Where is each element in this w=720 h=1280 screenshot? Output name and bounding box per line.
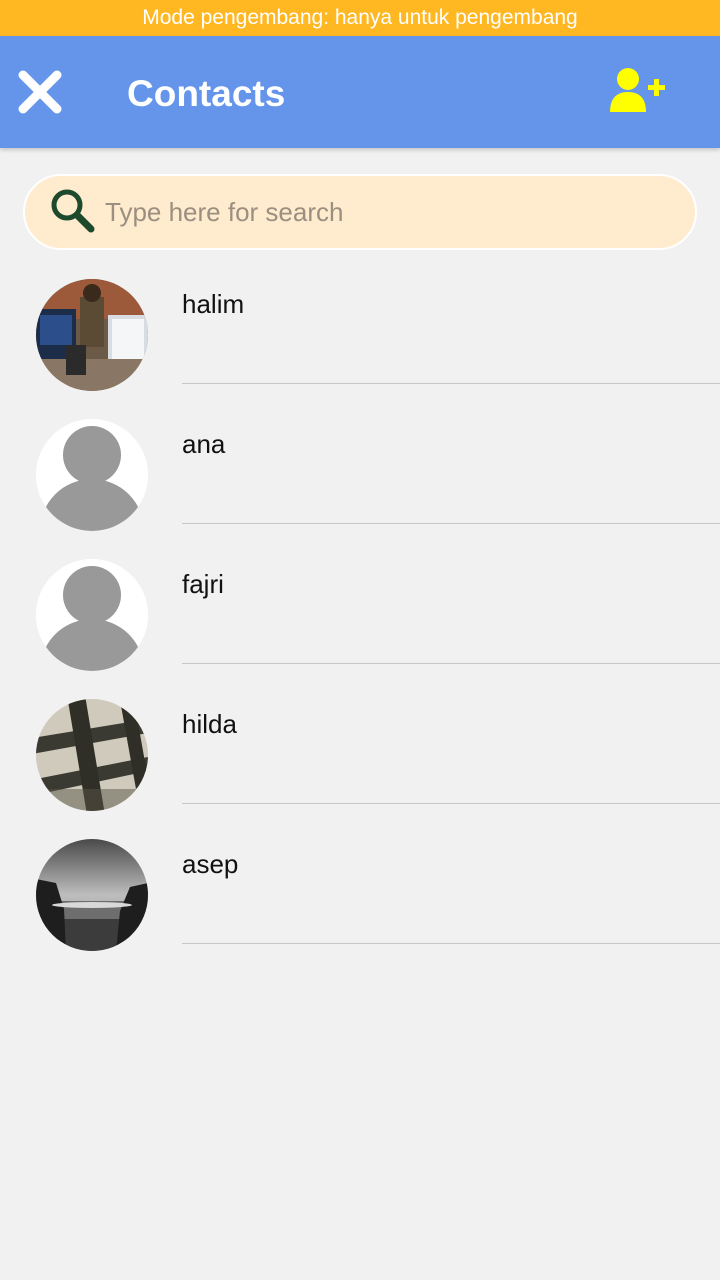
contact-row-halim[interactable]: halim <box>0 264 720 404</box>
close-icon <box>18 70 62 114</box>
contact-photo-icon <box>36 839 148 951</box>
contact-name: hilda <box>182 709 237 739</box>
avatar <box>36 839 148 951</box>
divider <box>182 663 720 664</box>
divider <box>182 383 720 384</box>
avatar <box>36 279 148 391</box>
contact-name: ana <box>182 429 226 459</box>
contact-name: halim <box>182 289 245 319</box>
divider <box>182 943 720 944</box>
contact-row-asep[interactable]: asep <box>0 824 720 964</box>
contacts-list: halim ana fajri hilda asep <box>0 264 720 964</box>
developer-mode-text: Mode pengembang: hanya untuk pengembang <box>142 6 578 29</box>
close-button[interactable] <box>14 66 66 118</box>
default-person-icon <box>36 559 148 671</box>
page-title: Contacts <box>127 73 286 114</box>
contact-row-hilda[interactable]: hilda <box>0 684 720 824</box>
contact-name: fajri <box>182 569 224 599</box>
contact-name: asep <box>182 849 239 879</box>
add-contact-button[interactable] <box>608 64 672 118</box>
contact-photo-icon <box>36 279 148 391</box>
contact-photo-icon <box>36 699 148 811</box>
divider <box>182 523 720 524</box>
add-person-icon <box>610 68 665 112</box>
avatar <box>36 559 148 671</box>
avatar <box>36 419 148 531</box>
app-bar: Contacts <box>0 36 720 148</box>
default-person-icon <box>36 419 148 531</box>
search-input[interactable] <box>105 184 665 240</box>
divider <box>182 803 720 804</box>
avatar <box>36 699 148 811</box>
search-bar[interactable] <box>23 174 697 250</box>
contact-row-fajri[interactable]: fajri <box>0 544 720 684</box>
contact-row-ana[interactable]: ana <box>0 404 720 544</box>
developer-mode-banner: Mode pengembang: hanya untuk pengembang <box>0 0 720 36</box>
search-icon <box>51 189 95 233</box>
